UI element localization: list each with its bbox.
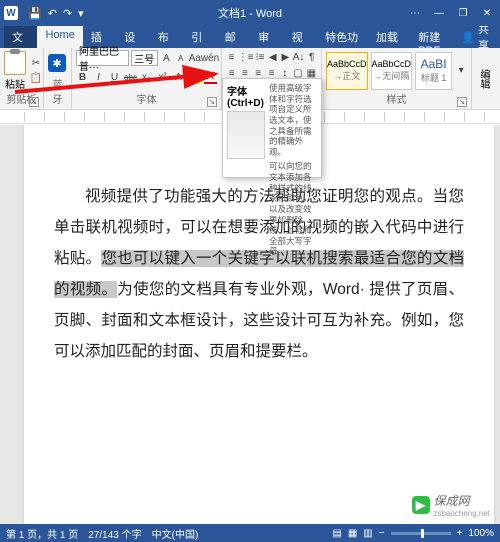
zoom-level[interactable]: 100% [468, 528, 494, 539]
zoom-out-button[interactable]: − [379, 528, 385, 539]
group-editing: 编辑 [472, 48, 498, 109]
qat-more-icon[interactable]: ▾ [78, 7, 84, 20]
subscript-button[interactable]: x₂ [140, 70, 153, 84]
tab-view[interactable]: 视图 [284, 26, 317, 48]
zoom-in-button[interactable]: + [457, 528, 463, 539]
group-font: 阿里巴巴普··· 三号 A A Aa wén B I U abc x₂ x² A… [72, 48, 222, 109]
highlight-icon[interactable]: ab [188, 70, 201, 84]
superscript-button[interactable]: x² [156, 70, 169, 84]
style-heading1[interactable]: AaBI标题 1 [415, 52, 452, 90]
numbering-icon[interactable]: ⋮≡ [239, 50, 253, 64]
word-app-icon: W [4, 6, 18, 20]
cut-icon[interactable]: ✂ [29, 56, 43, 70]
tooltip-text-1: 使用高级字体和字符选项自定义所选文本，使之具备所需的精确外观。 [269, 83, 317, 157]
view-print-icon[interactable]: ▦ [348, 528, 357, 539]
group-clipboard: 粘贴 ✂ 📋 剪贴板↘ [0, 48, 44, 109]
show-marks-icon[interactable]: ¶ [306, 50, 317, 64]
tab-special[interactable]: 特色功能 [317, 26, 368, 48]
watermark: ▶ 保成网 zsbaocheng.net [408, 490, 495, 520]
clipboard-launcher-icon[interactable]: ↘ [29, 97, 39, 107]
group-bluetooth: ✱ 蓝牙 [44, 48, 72, 109]
tab-review[interactable]: 审阅 [250, 26, 283, 48]
window-title: 文档1 - Word [218, 5, 282, 21]
tab-home[interactable]: Home [37, 26, 82, 48]
group-bluetooth-label: 蓝牙 [48, 76, 67, 107]
grow-font-icon[interactable]: A [160, 51, 172, 65]
font-launcher-icon[interactable]: ↘ [207, 97, 217, 107]
increase-indent-icon[interactable]: ▶ [280, 50, 291, 64]
document-paragraph[interactable]: 视频提供了功能强大的方法帮助您证明您的观点。当您单击联机视频时，可以在想要添加的… [54, 181, 464, 367]
editing-button[interactable]: 编辑 [476, 69, 491, 89]
font-name-select[interactable]: 阿里巴巴普··· [76, 50, 129, 66]
qat-undo-icon[interactable]: ↶ [48, 7, 57, 20]
document-area: 视频提供了功能强大的方法帮助您证明您的观点。当您单击联机视频时，可以在想要添加的… [0, 125, 500, 524]
tab-references[interactable]: 引用 [183, 26, 216, 48]
italic-button[interactable]: I [92, 70, 105, 84]
quick-access-toolbar: 💾 ↶ ↷ ▾ [28, 7, 84, 20]
tooltip-preview-image [227, 111, 265, 159]
tab-addons[interactable]: 加载项 [368, 26, 410, 48]
ribbon-display-options-icon[interactable]: ⋯ [404, 3, 426, 23]
tooltip-text-2: 可以向您的文本添加各种样式的线条和颜色，以及改变效果如删除线、上标和全部大写字母… [269, 161, 317, 257]
view-read-icon[interactable]: ▤ [332, 528, 341, 539]
status-word-count[interactable]: 27/143 个字 [88, 526, 141, 541]
group-font-label: 字体↘ [76, 91, 217, 107]
text-effects-icon[interactable]: A [172, 70, 185, 84]
share-icon: 👤 [461, 31, 475, 44]
group-clipboard-label: 剪贴板↘ [4, 91, 39, 107]
ribbon-tabs: 文件 Home 插入 设计 布局 引用 邮件 审阅 视图 特色功能 加载项 新建… [0, 26, 500, 48]
status-bar: 第 1 页，共 1 页 27/143 个字 中文(中国) ▤ ▦ ▥ − + 1… [0, 524, 500, 542]
group-styles-label: 样式↘ [326, 91, 467, 107]
qat-save-icon[interactable]: 💾 [28, 7, 42, 20]
font-dialog-tooltip: 字体 (Ctrl+D) 使用高级字体和字符选项自定义所选文本，使之具备所需的精确… [222, 78, 322, 178]
style-no-spacing[interactable]: AaBbCcD→无间隔 [371, 52, 413, 90]
style-normal[interactable]: AaBbCcD→正文 [326, 52, 368, 90]
font-size-select[interactable]: 三号 [131, 50, 158, 66]
bluetooth-icon[interactable]: ✱ [48, 54, 66, 72]
document-page[interactable]: 视频提供了功能强大的方法帮助您证明您的观点。当您单击联机视频时，可以在想要添加的… [24, 125, 494, 524]
change-case-icon[interactable]: Aa [189, 51, 201, 65]
multilevel-list-icon[interactable]: ⁝≡ [255, 50, 266, 64]
paste-label: 粘贴 [5, 76, 25, 91]
paste-button[interactable]: 粘贴 [4, 51, 26, 91]
watermark-text: 保成网 [434, 492, 491, 509]
status-page[interactable]: 第 1 页，共 1 页 [6, 526, 78, 541]
bullets-icon[interactable]: ≡ [226, 50, 237, 64]
shrink-font-icon[interactable]: A [175, 51, 187, 65]
strikethrough-button[interactable]: abc [124, 70, 137, 84]
qat-redo-icon[interactable]: ↷ [63, 7, 72, 20]
tab-newpdf[interactable]: 新建PDF [410, 26, 461, 48]
styles-launcher-icon[interactable]: ↘ [457, 97, 467, 107]
sort-icon[interactable]: A↓ [293, 50, 305, 64]
tab-mailings[interactable]: 邮件 [217, 26, 250, 48]
status-language[interactable]: 中文(中国) [152, 526, 199, 541]
group-styles: AaBbCcD→正文 AaBbCcD→无间隔 AaBI标题 1 ▾ 样式↘ [322, 48, 472, 109]
bold-button[interactable]: B [76, 70, 89, 84]
copy-icon[interactable]: 📋 [29, 71, 43, 85]
tab-file[interactable]: 文件 [4, 26, 37, 48]
zoom-slider[interactable] [391, 532, 451, 535]
share-button[interactable]: 👤 共享 [461, 26, 500, 48]
minimize-button[interactable]: — [428, 3, 450, 23]
tooltip-title: 字体 (Ctrl+D) [227, 83, 265, 109]
paste-icon [4, 51, 26, 75]
tab-layout[interactable]: 布局 [150, 26, 183, 48]
view-web-icon[interactable]: ▥ [363, 528, 372, 539]
watermark-logo-icon: ▶ [412, 496, 430, 514]
close-button[interactable]: ✕ [476, 3, 498, 23]
underline-button[interactable]: U [108, 70, 121, 84]
font-color-icon[interactable]: A [204, 70, 217, 84]
watermark-subtext: zsbaocheng.net [434, 509, 491, 518]
styles-more-icon[interactable]: ▾ [455, 64, 467, 78]
restore-button[interactable]: ❐ [452, 3, 474, 23]
decrease-indent-icon[interactable]: ◀ [267, 50, 278, 64]
title-bar: W 💾 ↶ ↷ ▾ 文档1 - Word ⋯ — ❐ ✕ [0, 0, 500, 26]
phonetic-guide-icon[interactable]: wén [203, 51, 217, 65]
